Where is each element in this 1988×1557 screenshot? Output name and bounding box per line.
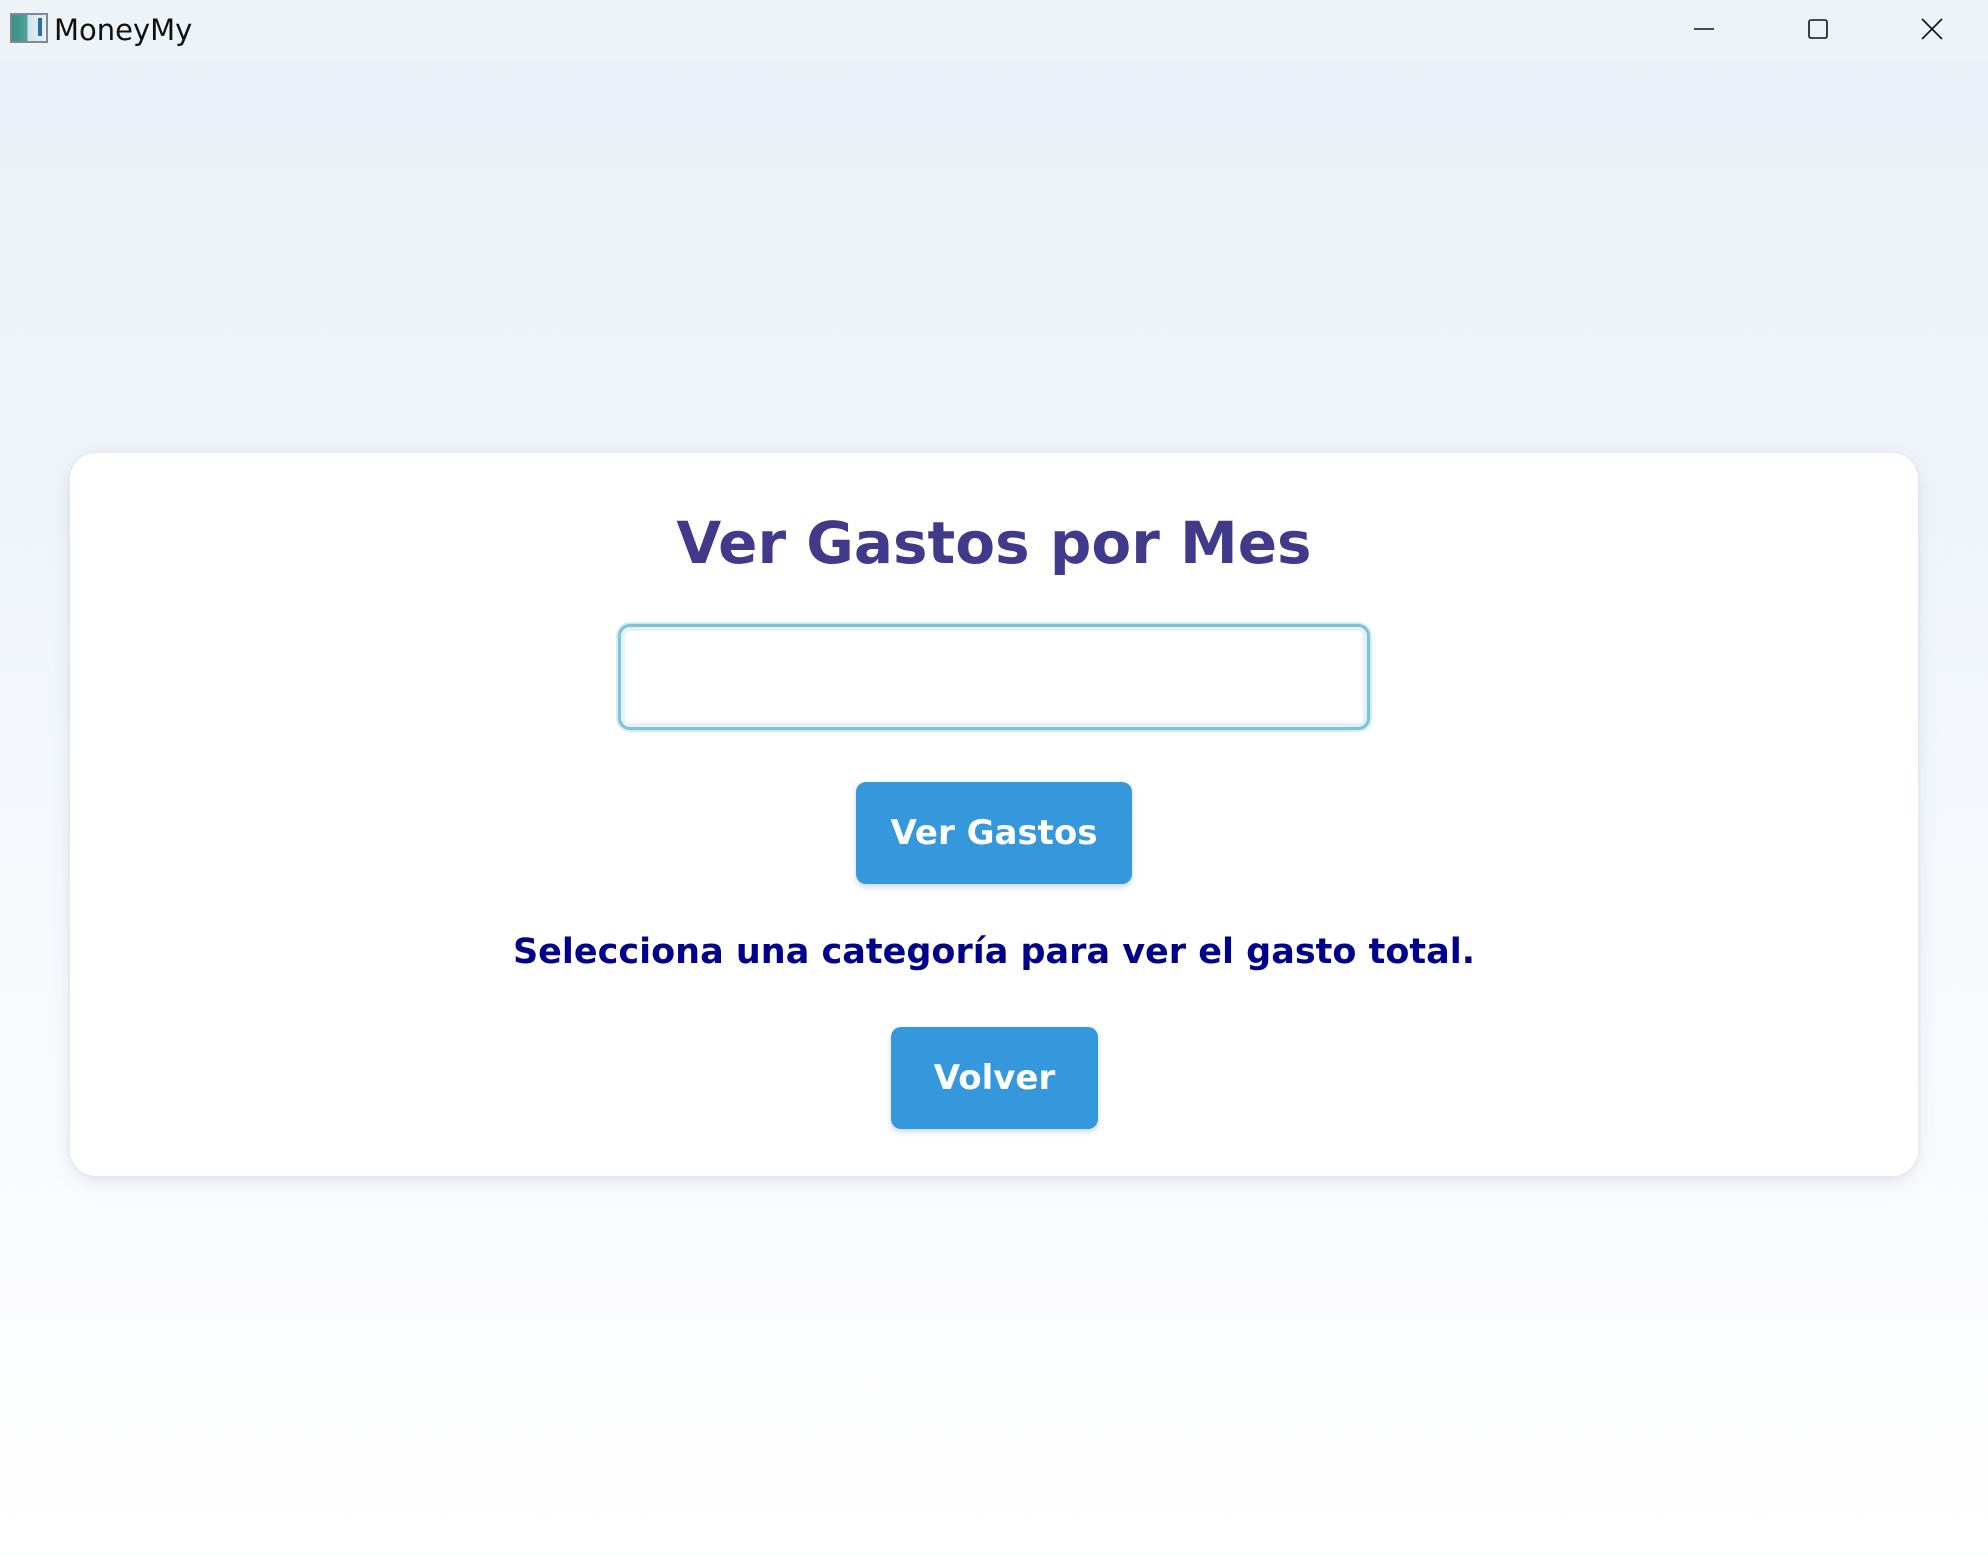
status-message: Selecciona una categoría para ver el gas… [512, 932, 1476, 972]
close-icon [1920, 17, 1944, 41]
back-button[interactable]: Volver [891, 1027, 1098, 1129]
close-button[interactable] [1875, 0, 1988, 58]
month-input[interactable] [618, 624, 1370, 730]
maximize-button[interactable] [1761, 0, 1875, 58]
window-titlebar: MoneyMy [0, 0, 1988, 62]
page-title: Ver Gastos por Mes [676, 509, 1312, 577]
minimize-button[interactable] [1647, 0, 1761, 58]
main-card: Ver Gastos por Mes Ver Gastos Selecciona… [70, 453, 1918, 1176]
app-chart-icon [10, 13, 48, 43]
maximize-icon [1807, 18, 1829, 40]
window-title: MoneyMy [54, 13, 193, 47]
view-expenses-button[interactable]: Ver Gastos [856, 782, 1132, 884]
minimize-icon [1693, 18, 1715, 40]
